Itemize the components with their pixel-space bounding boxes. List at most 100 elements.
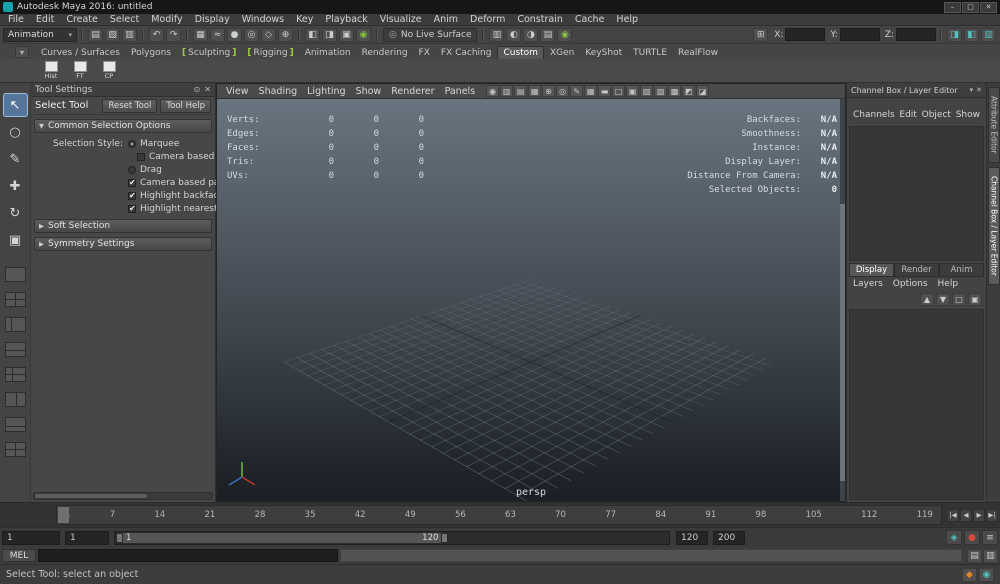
menu-item[interactable]: Modify [145,14,188,26]
shelf-tab[interactable]: Custom [497,46,543,59]
layer-tab[interactable]: Anim [939,263,984,277]
channel-box-menu-item[interactable]: Edit [899,110,916,124]
menu-item[interactable]: Edit [30,14,60,26]
grease-pencil-icon[interactable]: ✎ [570,85,583,97]
2d-pan-zoom-icon[interactable]: ⊕ [542,85,555,97]
pin-icon[interactable]: ⊙ [194,85,201,94]
option-row[interactable]: Camera based pai [31,176,215,189]
maximize-button[interactable]: □ [962,2,979,13]
undo-icon[interactable]: ↶ [149,28,164,42]
x-input[interactable] [785,28,825,41]
menu-item[interactable]: File [2,14,30,26]
tool-help-button[interactable]: Tool Help [160,99,211,113]
play-forward-button[interactable]: ▶ [973,509,985,522]
make-live-icon[interactable]: ◉ [356,28,371,42]
move-tool-icon[interactable]: ✚ [3,174,28,198]
scrollbar-thumb[interactable] [840,204,845,481]
current-frame-marker[interactable] [58,507,69,523]
select-tool-icon[interactable]: ↖ [3,93,28,117]
channel-box-tab[interactable]: Channel Box / Layer Editor [988,167,1000,285]
playback-end-field[interactable]: 120 [676,531,708,545]
open-scene-icon[interactable]: ▧ [105,28,120,42]
range-slider-track[interactable]: 1 120 [114,531,670,545]
gate-mask-icon[interactable]: ▣ [626,85,639,97]
shelf-tab[interactable]: KeyShot [580,47,627,59]
viewport-menu-item[interactable]: Renderer [386,86,439,97]
toggle-channel-box-button[interactable]: ▥ [981,28,996,42]
redo-icon[interactable]: ↷ [166,28,181,42]
scrollbar-thumb[interactable] [35,494,147,498]
safe-title-icon[interactable]: ▩ [668,85,681,97]
menu-item[interactable]: Select [104,14,145,26]
shelf-button-ft[interactable]: FT [67,60,93,82]
viewport-menu-item[interactable]: Show [351,86,387,97]
snap-to-point-icon[interactable]: ● [227,28,242,42]
save-scene-icon[interactable]: ▥ [122,28,137,42]
option-row[interactable]: Drag [31,163,215,176]
viewport-canvas[interactable]: Verts: 0 0 0 Edges: 0 0 0 [217,99,845,501]
shelf-tab[interactable]: Sculpting [177,47,241,59]
inputs-to-selected-icon[interactable]: ◧ [305,28,320,42]
horizontal-scrollbar[interactable] [33,492,213,500]
snap-to-view-plane-icon[interactable]: ◇ [261,28,276,42]
viewport-menu-item[interactable]: View [221,86,254,97]
animation-end-field[interactable]: 200 [713,531,745,545]
command-result-field[interactable] [340,549,962,562]
layout-four-pane-button[interactable] [5,292,26,307]
snap-to-curve-icon[interactable]: ≈ [210,28,225,42]
menu-item[interactable]: Constrain [511,14,569,26]
script-editor-icon[interactable]: ▤ [967,549,982,563]
lock-camera-icon[interactable]: ◉ [486,85,499,97]
range-start-handle[interactable] [116,533,123,543]
channel-box-menu-item[interactable]: Object [922,110,951,124]
layout-persp-outliner-button[interactable] [5,317,26,332]
live-surface-field[interactable]: ◎ No Live Surface [383,28,477,42]
snap-together-icon[interactable]: ⊕ [278,28,293,42]
create-layer-from-selected-icon[interactable]: ▣ [968,293,982,306]
paint-effects-icon[interactable]: ◉ [557,28,572,42]
shelf-tab[interactable]: Polygons [126,47,176,59]
shelf-tab[interactable]: Animation [300,47,356,59]
resolution-gate-icon[interactable]: □ [612,85,625,97]
isolate-select-icon[interactable]: ◩ [682,85,695,97]
go-to-end-button[interactable]: ▶| [986,509,998,522]
option-control[interactable] [128,140,136,148]
menu-item[interactable]: Windows [236,14,290,26]
script-output-icon[interactable]: ◆ [962,568,977,582]
layout-persp-graph-button[interactable] [5,342,26,357]
close-button[interactable]: ✕ [980,2,997,13]
shelf-tab[interactable]: FX Caching [436,47,497,59]
shelf-button-cp[interactable]: CP [96,60,122,82]
minimize-button[interactable]: – [944,2,961,13]
range-end-handle[interactable] [441,533,448,543]
xray-icon[interactable]: ◪ [696,85,709,97]
menu-item[interactable]: Cache [569,14,611,26]
render-settings-icon[interactable]: ▤ [540,28,555,42]
option-control[interactable] [128,192,136,200]
y-input[interactable] [840,28,880,41]
chevron-down-icon[interactable]: ▾ [970,86,974,94]
scale-tool-icon[interactable]: ▣ [3,228,28,252]
new-scene-icon[interactable]: ▤ [88,28,103,42]
option-control[interactable] [128,179,136,187]
option-row[interactable]: Camera based sel [31,150,215,163]
shelf-button-hist[interactable]: Hist [38,60,64,82]
render-view-icon[interactable]: ▥ [489,28,504,42]
menu-item[interactable]: Create [60,14,104,26]
move-layer-up-icon[interactable]: ▲ [920,293,934,306]
option-row[interactable]: Highlight backfaces [31,189,215,202]
layer-menu-item[interactable]: Options [893,279,928,292]
layout-persp-uv-button[interactable] [5,392,26,407]
film-gate-icon[interactable]: ▬ [598,85,611,97]
close-icon[interactable]: ✕ [976,86,982,94]
reset-tool-button[interactable]: Reset Tool [102,99,157,113]
channel-box-menu-item[interactable]: Channels [853,110,895,124]
go-to-start-button[interactable]: |◀ [947,509,959,522]
camera-attributes-icon[interactable]: ▥ [500,85,513,97]
layout-single-pane-button[interactable] [5,267,26,282]
menu-item[interactable]: Visualize [374,14,428,26]
menu-item[interactable]: Playback [319,14,373,26]
oversampling-icon[interactable]: ◎ [556,85,569,97]
shelf-tab[interactable]: Rigging [242,47,298,59]
hotkey-editor-icon[interactable]: ◉ [979,568,994,582]
